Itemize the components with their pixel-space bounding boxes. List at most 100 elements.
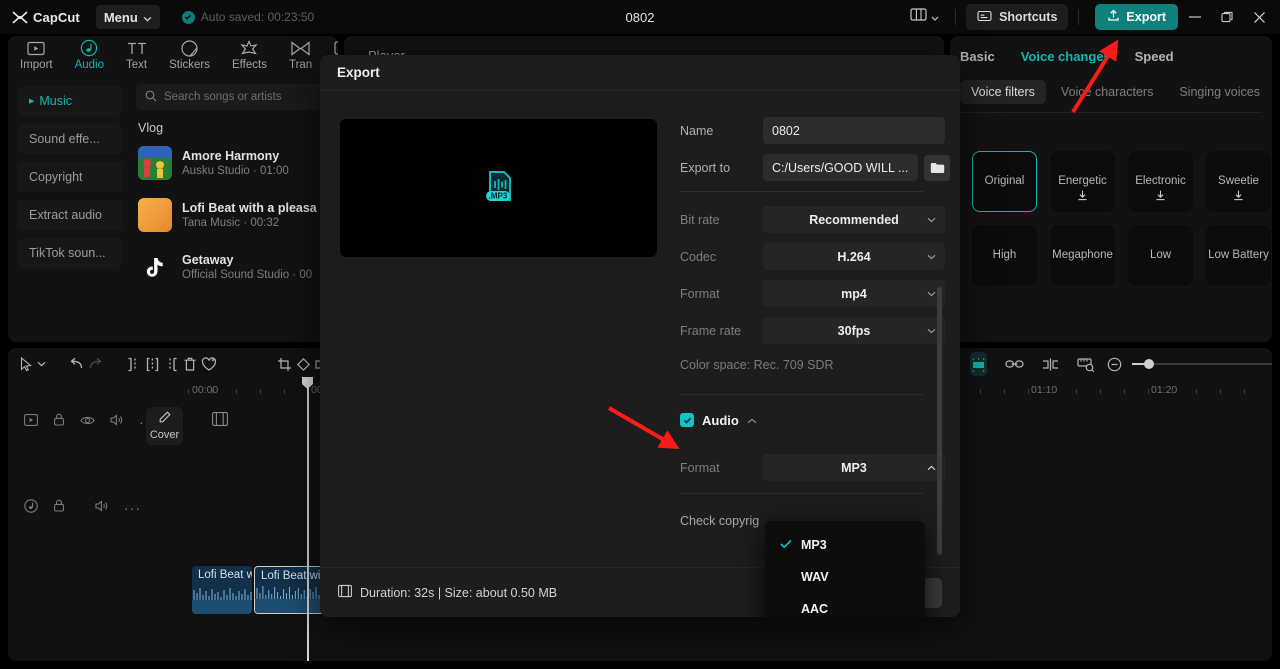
audio-track-icon — [24, 498, 38, 518]
mute-track-button[interactable] — [95, 499, 109, 517]
codec-select[interactable]: H.264 — [763, 243, 945, 270]
export-path-input[interactable]: C:/Users/GOOD WILL ... — [763, 154, 918, 181]
tile-label: Energetic — [1058, 174, 1107, 187]
list-item[interactable]: Lofi Beat with a pleasa Tana Music · 00:… — [136, 193, 332, 237]
sidebar-item-sound-effects[interactable]: Sound effe... — [18, 124, 122, 154]
voice-tile-sweetie[interactable]: Sweetie — [1206, 151, 1271, 212]
chevron-up-icon[interactable] — [747, 411, 757, 429]
slider-track[interactable] — [1132, 359, 1272, 369]
subtab-voice-characters[interactable]: Voice characters — [1050, 80, 1164, 104]
voice-tile-energetic[interactable]: Energetic — [1050, 151, 1115, 212]
download-icon[interactable] — [1155, 190, 1166, 205]
select-tool-button[interactable] — [20, 352, 33, 376]
sidebar-item-music[interactable]: ▶ Music — [18, 86, 122, 116]
video-format-select[interactable]: mp4 — [763, 280, 945, 307]
tab-label: Tran — [288, 59, 313, 71]
shortcuts-button[interactable]: Shortcuts — [966, 4, 1069, 30]
tab-label: Audio — [74, 59, 105, 71]
browse-folder-button[interactable] — [924, 154, 950, 181]
download-icon[interactable] — [1077, 190, 1088, 205]
layout-button[interactable] — [904, 4, 945, 30]
redo-button[interactable] — [88, 352, 104, 376]
tab-import[interactable]: Import — [20, 36, 53, 71]
audio-checkbox[interactable] — [680, 413, 694, 427]
tab-speed[interactable]: Speed — [1135, 49, 1174, 64]
split-left-button[interactable] — [126, 352, 141, 376]
voice-tile-low[interactable]: Low — [1128, 225, 1193, 286]
select-tool-dropdown[interactable] — [37, 352, 46, 376]
lock-track-button[interactable] — [53, 499, 65, 517]
minimize-window-button[interactable] — [1180, 2, 1210, 32]
right-panel: Basic Voice changer Speed Voice filters … — [950, 36, 1272, 342]
app-name: CapCut — [33, 9, 80, 25]
sidebar-item-label: TikTok soun... — [29, 246, 106, 260]
dropdown-option-aac[interactable]: AAC — [765, 593, 925, 617]
cover-button[interactable]: Cover — [146, 407, 183, 445]
dialog-body: .MP3 Name 0802 Export to C:/Users/GOOD W… — [320, 91, 960, 617]
framerate-select[interactable]: 30fps — [763, 317, 945, 344]
track-more-button[interactable]: ··· — [124, 500, 141, 516]
dropdown-option-label: AAC — [801, 602, 829, 616]
link-button[interactable] — [1005, 352, 1024, 376]
sidebar-item-extract-audio[interactable]: Extract audio — [18, 200, 122, 230]
zoom-out-button[interactable] — [1107, 352, 1122, 376]
delete-button[interactable] — [183, 352, 197, 376]
download-icon[interactable] — [1233, 190, 1244, 205]
close-window-button[interactable] — [1244, 2, 1274, 32]
audio-clip-1[interactable]: Lofi Beat w — [192, 566, 252, 614]
subtab-voice-filters[interactable]: Voice filters — [960, 80, 1046, 104]
tab-label: Stickers — [169, 59, 211, 71]
voice-tile-low-battery[interactable]: Low Battery — [1206, 225, 1271, 286]
voice-tile-original[interactable]: Original — [972, 151, 1037, 212]
ruler-zoom-button[interactable] — [1077, 352, 1095, 376]
dropdown-option-mp3[interactable]: MP3 — [765, 529, 925, 561]
tab-text[interactable]: Text — [126, 36, 147, 71]
export-button[interactable]: Export — [1095, 4, 1178, 30]
title-bar: CapCut Menu Auto saved: 00:23:50 0802 Sh… — [0, 0, 1280, 34]
name-input[interactable]: 0802 — [763, 117, 945, 144]
list-item[interactable]: Getaway Official Sound Studio · 00 — [136, 245, 332, 289]
tab-transitions[interactable]: Tran — [289, 36, 312, 71]
ai-magic-button[interactable] — [201, 352, 217, 376]
keyframe-button[interactable] — [296, 352, 311, 376]
slider-knob[interactable] — [1144, 359, 1154, 369]
export-info: Duration: 32s | Size: about 0.50 MB — [338, 584, 557, 601]
timeline-zoom-slider[interactable] — [1132, 359, 1272, 369]
dialog-scrollbar[interactable] — [937, 287, 942, 555]
split-view-button[interactable] — [1042, 352, 1059, 376]
maximize-window-button[interactable] — [1212, 2, 1242, 32]
split-button[interactable] — [145, 352, 160, 376]
menu-button[interactable]: Menu — [95, 5, 160, 29]
hide-track-button[interactable] — [80, 413, 95, 431]
split-right-button[interactable] — [164, 352, 179, 376]
tab-stickers[interactable]: Stickers — [169, 36, 210, 71]
sidebar-item-copyright[interactable]: Copyright — [18, 162, 122, 192]
svg-text:.MP3: .MP3 — [488, 191, 507, 200]
menu-label: Menu — [103, 9, 138, 25]
auto-sparkle-button[interactable] — [970, 352, 987, 376]
media-nav-tabs: Import Audio Text Stickers Effects Tran — [8, 36, 338, 80]
list-item[interactable]: Amore Harmony Ausku Studio · 01:00 — [136, 141, 332, 185]
search-input[interactable]: Search songs or artists — [136, 84, 332, 110]
lock-track-button[interactable] — [53, 413, 65, 431]
sidebar-item-tiktok-sounds[interactable]: TikTok soun... — [18, 238, 122, 268]
tab-label: Effects — [232, 59, 267, 71]
playhead-handle[interactable] — [300, 376, 315, 391]
sidebar-item-label: Extract audio — [29, 208, 102, 222]
voice-tile-high[interactable]: High — [972, 225, 1037, 286]
subtab-singing-voices[interactable]: Singing voices — [1168, 80, 1271, 104]
voice-tile-electronic[interactable]: Electronic — [1128, 151, 1193, 212]
dropdown-option-wav[interactable]: WAV — [765, 561, 925, 593]
tab-audio[interactable]: Audio — [75, 36, 104, 71]
tab-voice-changer[interactable]: Voice changer — [1021, 49, 1109, 64]
tab-effects[interactable]: Effects — [232, 36, 267, 71]
undo-button[interactable] — [68, 352, 84, 376]
mute-track-button[interactable] — [110, 413, 124, 431]
audio-format-row: Format MP3 — [680, 454, 960, 481]
voice-tile-megaphone[interactable]: Megaphone — [1050, 225, 1115, 286]
audio-format-select[interactable]: MP3 — [763, 454, 945, 481]
tab-basic[interactable]: Basic — [960, 49, 995, 64]
crop-button[interactable] — [277, 352, 292, 376]
bitrate-select[interactable]: Recommended — [763, 206, 945, 233]
playhead-line[interactable] — [307, 380, 309, 661]
